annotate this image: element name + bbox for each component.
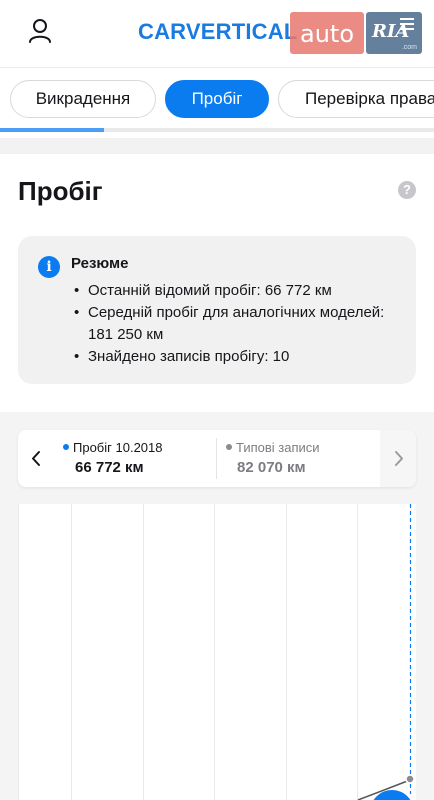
summary-list: Останній відомий пробіг: 66 772 км Серед…: [74, 280, 404, 368]
report-tabs: Викрадення Пробіг Перевірка права: [0, 68, 434, 130]
legend-current-mileage: Пробіг 10.2018 66 772 км: [63, 440, 162, 476]
summary-item-last-mileage: Останній відомий пробіг: 66 772 км: [74, 280, 404, 302]
legend-typical-value: 82 070 км: [237, 459, 306, 476]
watermark-ria-domain: .com: [401, 44, 417, 51]
legend-divider: [216, 438, 217, 479]
legend-current-label: Пробіг 10.2018: [73, 440, 163, 455]
legend-dot-blue: [63, 444, 69, 450]
help-icon[interactable]: ?: [398, 181, 416, 199]
tab-mileage[interactable]: Пробіг: [165, 80, 269, 118]
tab-theft[interactable]: Викрадення: [10, 80, 156, 118]
watermark-auto-text: auto: [299, 20, 354, 48]
header: CARVERTICAL auto RIA .com: [0, 0, 434, 68]
prev-record-button[interactable]: [18, 430, 54, 487]
next-record-button[interactable]: [380, 430, 416, 487]
tabs-scrollbar-thumb[interactable]: [0, 128, 104, 132]
section-divider: [0, 138, 434, 154]
mileage-chart[interactable]: [18, 504, 416, 800]
legend-typical-records: Типові записи 82 070 км: [226, 440, 320, 476]
page: CARVERTICAL auto RIA .com Викрадення Про…: [0, 0, 434, 800]
selected-record-point[interactable]: [370, 790, 414, 800]
tab-rights-check[interactable]: Перевірка права: [278, 80, 434, 118]
autoria-watermark-auto: auto: [290, 12, 364, 54]
tabs-scrollbar[interactable]: [0, 128, 434, 132]
legend-dot-gray: [226, 444, 232, 450]
watermark-ria-text: RIA: [372, 21, 410, 42]
chart-legend-card: Пробіг 10.2018 66 772 км Типові записи 8…: [18, 430, 416, 487]
info-icon: i: [38, 256, 60, 278]
section-title: Пробіг: [18, 176, 103, 206]
summary-card: i Резюме Останній відомий пробіг: 66 772…: [18, 236, 416, 384]
summary-title: Резюме: [71, 255, 129, 272]
user-icon: [29, 19, 51, 43]
legend-current-value: 66 772 км: [75, 459, 144, 476]
chevron-left-icon: [32, 451, 40, 466]
summary-item-records-count: Знайдено записів пробігу: 10: [74, 346, 404, 368]
legend-typical-label: Типові записи: [236, 440, 320, 455]
mileage-chart-svg: [18, 504, 415, 800]
chevron-right-icon: [395, 451, 403, 466]
carvertical-logo[interactable]: CARVERTICAL: [138, 19, 297, 45]
autoria-watermark-ria: RIA .com: [366, 12, 422, 54]
user-account-button[interactable]: [22, 14, 58, 50]
chart-gridlines: [18, 504, 358, 800]
summary-item-average-mileage: Середній пробіг для аналогічних моделей:…: [74, 302, 404, 346]
typical-record-point[interactable]: [405, 774, 415, 784]
